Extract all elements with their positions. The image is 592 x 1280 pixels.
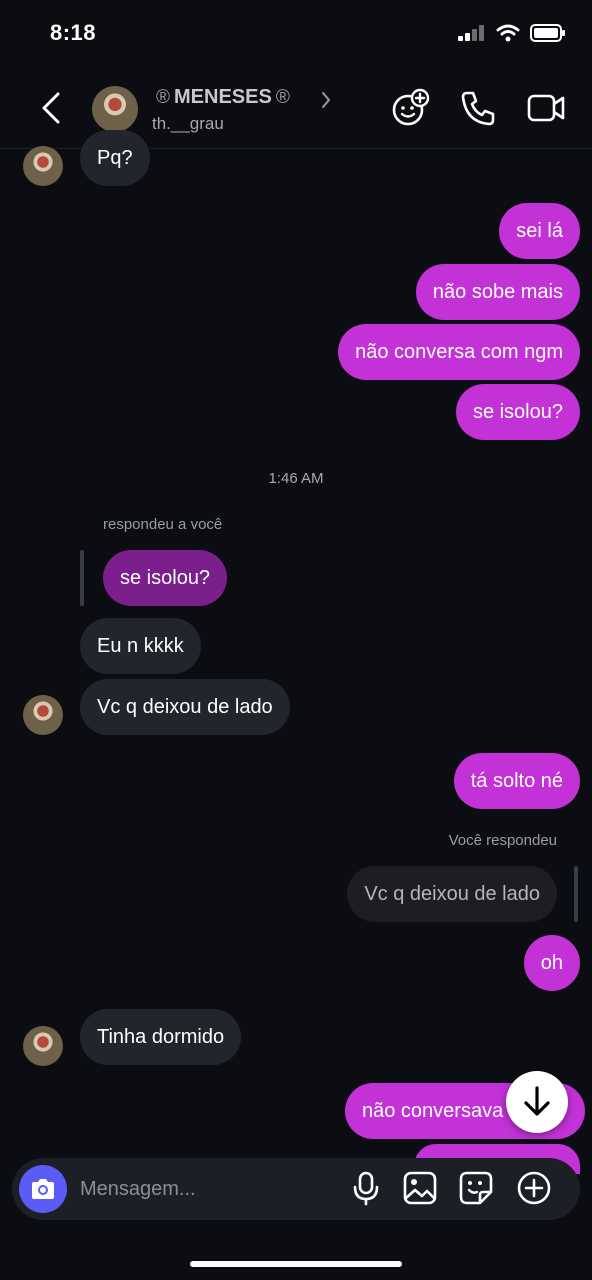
reply-quote[interactable]: Vc q deixou de lado xyxy=(347,866,557,922)
contact-avatar[interactable] xyxy=(92,86,138,132)
sticker-icon[interactable] xyxy=(458,1170,494,1206)
status-icons xyxy=(458,24,566,42)
chevron-right-icon[interactable] xyxy=(320,90,332,110)
message-incoming[interactable]: Eu n kkkk xyxy=(80,618,201,674)
camera-icon xyxy=(32,1179,54,1199)
camera-button[interactable] xyxy=(19,1165,67,1213)
message-outgoing[interactable]: tá solto né xyxy=(453,753,580,809)
reply-indicator-bar xyxy=(80,550,84,606)
arrow-down-icon xyxy=(524,1086,550,1116)
message-outgoing[interactable]: oh xyxy=(523,935,580,991)
message-incoming[interactable]: Pq? xyxy=(80,130,150,186)
scroll-down-button[interactable] xyxy=(506,1071,568,1133)
message-outgoing[interactable]: se isolou? xyxy=(455,384,580,440)
plus-icon[interactable] xyxy=(516,1170,552,1206)
contact-name-text: MENESES xyxy=(174,86,272,108)
message-outgoing[interactable]: sei lá xyxy=(499,203,580,259)
phone-icon[interactable] xyxy=(458,88,498,128)
message-incoming[interactable]: Tinha dormido xyxy=(80,1009,242,1065)
registered-mark-left: ® xyxy=(156,86,170,108)
sender-avatar[interactable] xyxy=(23,1026,63,1066)
video-icon[interactable] xyxy=(526,88,566,128)
battery-icon xyxy=(530,24,565,42)
reply-label: Você respondeu xyxy=(448,832,557,849)
reply-indicator-bar xyxy=(574,866,578,922)
message-outgoing[interactable]: não sobe mais xyxy=(415,264,580,320)
home-indicator[interactable] xyxy=(190,1261,402,1267)
contact-username[interactable]: th.__grau xyxy=(152,114,224,134)
contact-name[interactable]: ® MENESES ® xyxy=(156,86,290,109)
message-input[interactable]: Mensagem... xyxy=(80,1178,196,1201)
signal-icon xyxy=(458,25,484,41)
message-outgoing[interactable]: não conversa com ngm xyxy=(338,324,580,380)
microphone-icon[interactable] xyxy=(348,1170,384,1206)
reply-quote[interactable]: se isolou? xyxy=(103,550,228,606)
reply-label: respondeu a você xyxy=(103,516,223,533)
message-incoming[interactable]: Vc q deixou de lado xyxy=(80,679,290,735)
effects-icon[interactable] xyxy=(390,88,430,128)
wifi-icon xyxy=(496,24,520,42)
status-time: 8:18 xyxy=(50,20,97,45)
registered-mark-right: ® xyxy=(275,86,290,108)
sender-avatar[interactable] xyxy=(23,695,63,735)
sender-avatar[interactable] xyxy=(23,146,63,186)
timestamp: 1:46 AM xyxy=(268,470,324,487)
gallery-icon[interactable] xyxy=(402,1170,438,1206)
back-icon[interactable] xyxy=(38,90,66,126)
